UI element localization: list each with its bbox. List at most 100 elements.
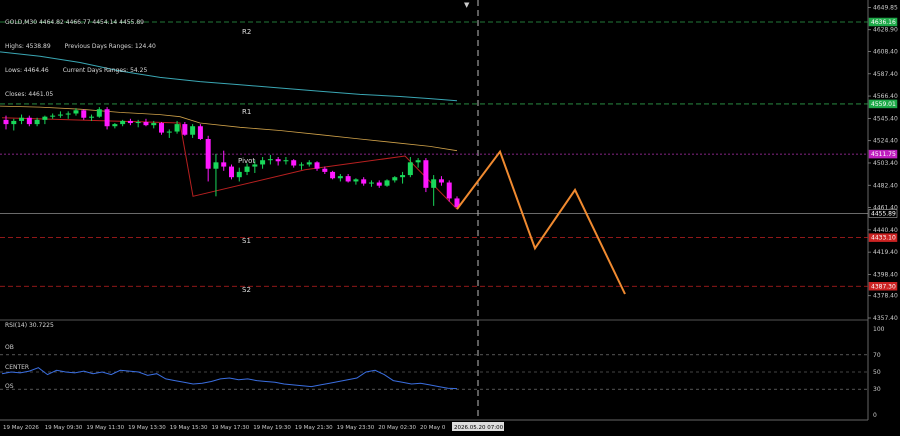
candle-body <box>438 179 444 183</box>
candle-body <box>11 120 17 125</box>
price-tick-label: 4378.40 <box>873 293 898 300</box>
crosshair-time-label: 2026.05.20 07:00 <box>454 425 504 431</box>
candle-body <box>135 121 141 124</box>
candle-body <box>260 160 266 165</box>
candle-body <box>283 160 289 162</box>
price-tag-label: 4455.89 <box>871 210 896 217</box>
candle-body <box>275 159 281 162</box>
highs-line: Highs: 4538.89 Previous Days Ranges: 124.… <box>5 43 156 51</box>
rsi-tick-label: 0 <box>873 412 877 419</box>
highs-text: Highs: 4538.89 <box>5 43 51 50</box>
rsi-tick-label: 70 <box>873 352 881 359</box>
time-tick-label: 20 May 0 <box>420 425 446 431</box>
time-tick-label: 19 May 2026 <box>3 425 39 431</box>
price-axis: 4649.85 4628.90 4608.40 4587.40 4566.40 4545.… <box>868 4 898 322</box>
triangle-down-icon[interactable]: ▼ <box>464 1 469 9</box>
candle-body <box>376 182 382 186</box>
price-tag-label: 4433.10 <box>871 235 896 242</box>
zigzag-line <box>1 117 458 210</box>
candle-body <box>229 166 234 178</box>
time-tick-label: 19 May 21:30 <box>295 425 333 431</box>
time-tick-label: 19 May 23:30 <box>337 425 375 431</box>
price-tick-label: 4587.40 <box>873 71 898 78</box>
pivot-label-s1: S1 <box>242 237 251 245</box>
lows-line: Lows: 4464.46 Current Days Ranges: 54.25 <box>5 67 156 75</box>
time-tick-label: 20 May 02:30 <box>378 425 416 431</box>
rsi-tick-label: 50 <box>873 369 881 376</box>
pivot-label-s2: S2 <box>242 286 251 294</box>
candle-body <box>197 126 203 139</box>
candle-body <box>415 160 421 163</box>
candle-body <box>96 109 102 117</box>
candle-body <box>322 168 328 172</box>
price-tick-label: 4524.40 <box>873 138 898 145</box>
time-tick-label: 19 May 11:30 <box>86 425 124 431</box>
ohlc-values: 4464.82 4466.77 4454.14 4455.89 <box>38 19 144 26</box>
candle-body <box>205 138 211 169</box>
price-tag-label: 4636.16 <box>871 19 896 26</box>
rsi-line <box>1 367 458 390</box>
candle-body <box>298 164 304 166</box>
symbol-name: GOLD,M30 <box>5 19 38 26</box>
price-tick-label: 4503.40 <box>873 160 898 167</box>
closes-text: Closes: 4461.05 <box>5 91 54 98</box>
candle-body <box>446 182 452 199</box>
price-tick-label: 4649.85 <box>873 4 898 11</box>
price-tag-label: 4511.75 <box>871 151 896 158</box>
candle-body <box>57 114 63 116</box>
candle-body <box>190 126 196 135</box>
price-tick-label: 4357.40 <box>873 315 898 322</box>
candle-body <box>236 171 242 178</box>
candle-body <box>314 162 320 169</box>
candle-body <box>89 116 95 118</box>
candle-body <box>407 162 413 176</box>
candle-body <box>182 124 188 135</box>
candle-body <box>3 119 9 125</box>
time-tick-label: 19 May 13:30 <box>128 425 166 431</box>
candle-body <box>151 123 157 126</box>
candle-body <box>361 179 367 184</box>
rsi-title: RSI(14) 30.7225 <box>5 322 54 329</box>
candle-body <box>112 124 118 127</box>
candle-body <box>127 120 133 124</box>
price-tag-label: 4387.30 <box>871 283 896 290</box>
candle-body <box>221 162 227 167</box>
candle-body <box>65 113 71 115</box>
candle-body <box>34 119 40 125</box>
time-tick-label: 19 May 17:30 <box>212 425 250 431</box>
candle-body <box>73 110 79 114</box>
time-tick-label: 19 May 09:30 <box>45 425 83 431</box>
candle-body <box>345 176 351 182</box>
rsi-level-os: OS <box>5 383 14 390</box>
rsi-tick-label: 30 <box>873 386 881 393</box>
candle-body <box>353 179 359 182</box>
candle-body <box>368 182 374 184</box>
candle-body <box>392 177 398 181</box>
price-tick-label: 4608.40 <box>873 48 898 55</box>
candle-body <box>26 117 32 125</box>
rsi-level-ob: OB <box>5 344 14 351</box>
price-tag-label: 4559.01 <box>871 101 896 108</box>
candle-body <box>267 159 273 161</box>
chart-info-panel: GOLD,M30 4464.82 4466.77 4454.14 4455.89… <box>5 3 156 107</box>
price-tick-label: 4398.40 <box>873 271 898 278</box>
candle-body <box>431 179 437 188</box>
candle-body <box>159 123 165 133</box>
time-axis: 19 May 2026 19 May 09:30 19 May 11:30 19 Ma… <box>3 422 504 431</box>
price-tick-label: 4628.90 <box>873 27 898 34</box>
candle-body <box>104 109 110 127</box>
candle-body <box>423 160 429 188</box>
pivot-label-pivot: Pivot <box>238 157 255 165</box>
price-tick-label: 4419.40 <box>873 249 898 256</box>
zigzag-polyline <box>1 117 458 210</box>
candle-body <box>143 121 149 126</box>
curr-range-text: Current Days Ranges: 54.25 <box>62 67 148 74</box>
time-tick-label: 19 May 15:30 <box>170 425 208 431</box>
rsi-level-center: CENTER <box>5 364 29 371</box>
rsi-tick-label: 100 <box>873 326 885 333</box>
time-tick-label: 19 May 19:30 <box>253 425 291 431</box>
lows-text: Lows: 4464.46 <box>5 67 49 74</box>
pivot-label-r1: R1 <box>242 108 251 116</box>
forecast-polyline <box>456 149 626 295</box>
candle-body <box>19 117 25 121</box>
